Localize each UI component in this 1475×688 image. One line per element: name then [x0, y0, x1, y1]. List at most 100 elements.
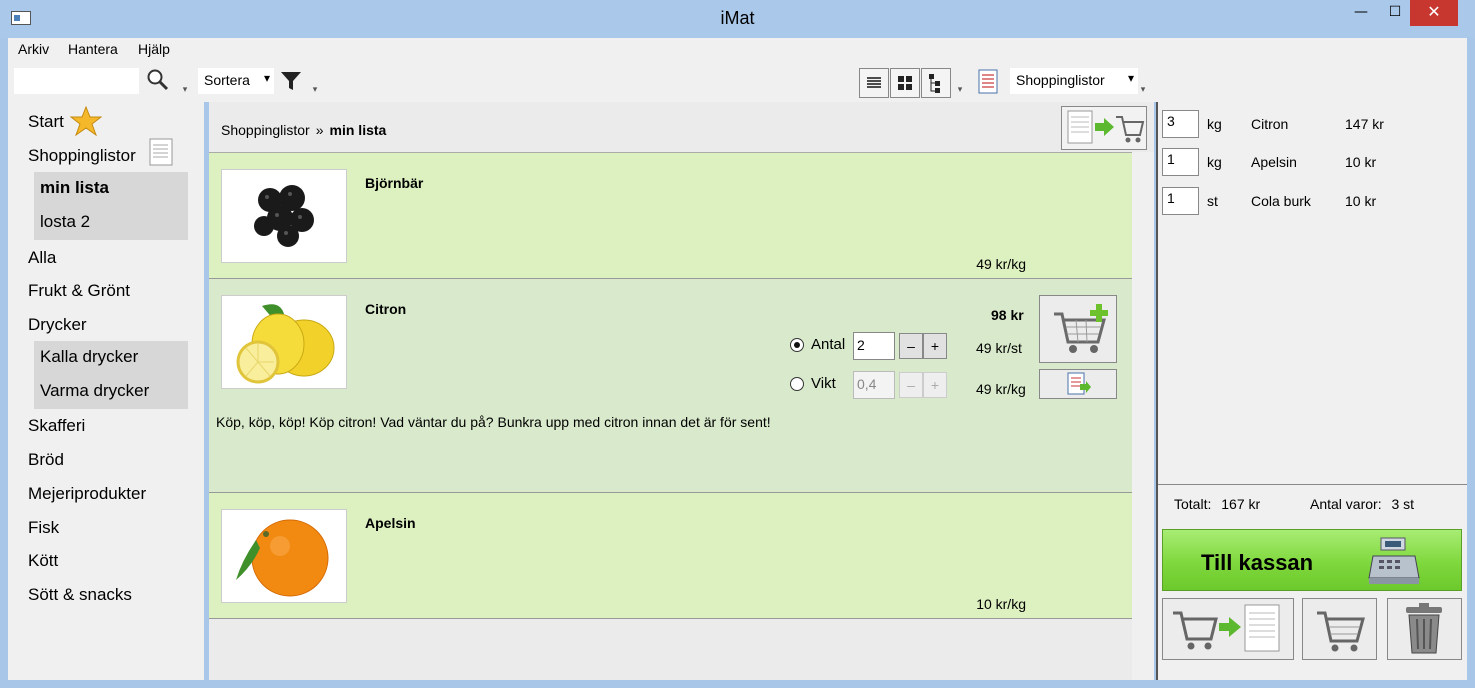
antal-plus-button[interactable]: +	[923, 333, 947, 359]
shoppinglistor-dropdown[interactable]: Shoppinglistor ▾	[1010, 68, 1138, 94]
cart-count-value: 3 st	[1391, 496, 1415, 512]
cart-item-name: Cola burk	[1251, 193, 1311, 209]
sidebar-item-min-lista[interactable]: min lista	[34, 172, 188, 206]
product-price: 49 kr/kg	[976, 256, 1026, 272]
sidebar-item-start[interactable]: Start	[28, 112, 64, 132]
cart-qty-input[interactable]: 1	[1162, 187, 1199, 215]
sidebar-item-fisk[interactable]: Fisk	[28, 518, 59, 538]
menu-hantera[interactable]: Hantera	[68, 41, 118, 57]
cart-unit: kg	[1207, 154, 1222, 170]
vikt-plus-button[interactable]: +	[923, 372, 947, 398]
chevron-down-icon: ▾	[1127, 71, 1134, 85]
toolbar-grip-icon[interactable]: ▾	[180, 68, 190, 96]
toolbar: ▾ Sortera ▾ ▾ ▾ Shoppinglistor ▾ ▾	[8, 62, 1467, 102]
cart-qty-input[interactable]: 3	[1162, 110, 1199, 138]
product-total: 98 kr	[991, 307, 1024, 323]
product-image-citron	[221, 295, 347, 389]
product-name: Citron	[365, 301, 407, 317]
menu-bar: Arkiv Hantera Hjälp	[8, 38, 1467, 62]
product-row-apelsin[interactable]: Apelsin 10 kr/kg	[209, 493, 1132, 619]
title-bar: iMat — ☐ ✕	[0, 0, 1475, 38]
star-icon	[69, 105, 103, 140]
cart-count: Antal varor: 3 st	[1310, 496, 1414, 512]
add-to-list-button[interactable]	[1039, 369, 1117, 399]
minimize-button[interactable]: —	[1344, 0, 1378, 26]
product-name: Apelsin	[365, 515, 416, 531]
breadcrumb-current: min lista	[329, 122, 387, 138]
cart-panel: 3 kg Citron 147 kr 1 kg Apelsin 10 kr 1 …	[1156, 102, 1467, 680]
cart-count-label: Antal varor:	[1310, 496, 1382, 512]
cart-divider	[1158, 484, 1467, 485]
sidebar-item-shoppinglistor[interactable]: Shoppinglistor	[28, 146, 136, 166]
product-row-bjornbar[interactable]: Björnbär 49 kr/kg	[209, 152, 1132, 279]
cart-item-name: Citron	[1251, 116, 1289, 132]
sidebar-item-kalla-drycker[interactable]: Kalla drycker	[34, 341, 188, 375]
antal-minus-button[interactable]: –	[899, 333, 923, 359]
sidebar-item-kott[interactable]: Kött	[28, 551, 58, 571]
shopping-list-icon	[977, 69, 999, 100]
checkout-button[interactable]: Till kassan	[1162, 529, 1462, 591]
sidebar-item-skafferi[interactable]: Skafferi	[28, 416, 85, 436]
product-image-bjornbar	[221, 169, 347, 263]
product-image-apelsin	[221, 509, 347, 603]
vikt-label: Vikt	[811, 375, 836, 392]
sidebar-item-drycker[interactable]: Drycker	[28, 315, 87, 335]
close-button[interactable]: ✕	[1410, 0, 1458, 26]
sidebar-item-losta-2[interactable]: losta 2	[34, 206, 188, 240]
menu-arkiv[interactable]: Arkiv	[18, 41, 49, 57]
sidebar-item-alla[interactable]: Alla	[28, 248, 56, 268]
sidebar-item-frukt-gront[interactable]: Frukt & Grönt	[28, 281, 130, 301]
shoppinglistor-label: Shoppinglistor	[1016, 72, 1105, 88]
cart-unit: kg	[1207, 116, 1222, 132]
antal-input[interactable]: 2	[853, 332, 895, 360]
list-to-cart-button[interactable]	[1061, 106, 1147, 150]
sidebar-item-sott-snacks[interactable]: Sött & snacks	[28, 585, 132, 605]
cart-item-price: 10 kr	[1345, 193, 1377, 209]
search-icon[interactable]	[146, 68, 170, 97]
antal-radio[interactable]	[790, 338, 804, 352]
vikt-minus-button[interactable]: –	[899, 372, 923, 398]
product-scrollbar[interactable]	[1132, 152, 1154, 680]
list-view-button[interactable]	[859, 68, 889, 98]
maximize-button[interactable]: ☐	[1378, 0, 1412, 26]
filter-icon[interactable]	[280, 70, 302, 97]
category-sidebar: Start Shoppinglistor min lista losta 2 A…	[8, 102, 204, 680]
breadcrumb-parent[interactable]: Shoppinglistor	[221, 122, 310, 138]
cart-total-value: 167 kr	[1221, 496, 1261, 512]
antal-label: Antal	[811, 336, 846, 353]
vikt-input[interactable]: 0,4	[853, 371, 895, 399]
toolbar-grip-icon[interactable]: ▾	[955, 68, 965, 96]
search-input[interactable]	[14, 68, 139, 94]
cart-unit: st	[1207, 193, 1218, 209]
vikt-price: 49 kr/kg	[976, 381, 1026, 397]
toolbar-grip-icon[interactable]: ▾	[1138, 68, 1148, 96]
sidebar-item-varma-drycker[interactable]: Varma drycker	[34, 375, 188, 409]
cart-item: 1 st Cola burk 10 kr	[1162, 187, 1452, 215]
sidebar-item-brod[interactable]: Bröd	[28, 450, 64, 470]
cart-item: 1 kg Apelsin 10 kr	[1162, 148, 1452, 176]
cart-to-list-button[interactable]	[1162, 598, 1294, 660]
sort-dropdown[interactable]: Sortera ▾	[198, 68, 274, 94]
cart-item-name: Apelsin	[1251, 154, 1297, 170]
cart-view-button[interactable]	[1302, 598, 1377, 660]
cart-scrollbar[interactable]	[1446, 102, 1467, 482]
cart-qty-input[interactable]: 1	[1162, 148, 1199, 176]
sidebar-item-mejeriprodukter[interactable]: Mejeriprodukter	[28, 484, 146, 504]
product-price: 10 kr/kg	[976, 596, 1026, 612]
checkout-label: Till kassan	[1201, 550, 1314, 575]
window-title: iMat	[720, 8, 755, 28]
menu-hjalp[interactable]: Hjälp	[138, 41, 170, 57]
cart-total: Totalt: 167 kr	[1174, 496, 1260, 512]
tree-view-button[interactable]	[921, 68, 951, 98]
trash-icon[interactable]	[1387, 598, 1462, 660]
cart-item-price: 147 kr	[1345, 116, 1384, 132]
vikt-radio[interactable]	[790, 377, 804, 391]
chevron-down-icon: ▾	[263, 71, 270, 85]
shopping-list-icon	[148, 137, 176, 171]
sidebar-scrollbar[interactable]	[191, 102, 204, 680]
product-row-citron[interactable]: Citron 98 kr Antal 2 – + 49 kr/st Vikt 0…	[209, 279, 1132, 493]
toolbar-grip-icon[interactable]: ▾	[310, 68, 320, 96]
add-to-cart-button[interactable]	[1039, 295, 1117, 363]
grid-view-button[interactable]	[890, 68, 920, 98]
cash-register-icon	[1367, 536, 1421, 590]
